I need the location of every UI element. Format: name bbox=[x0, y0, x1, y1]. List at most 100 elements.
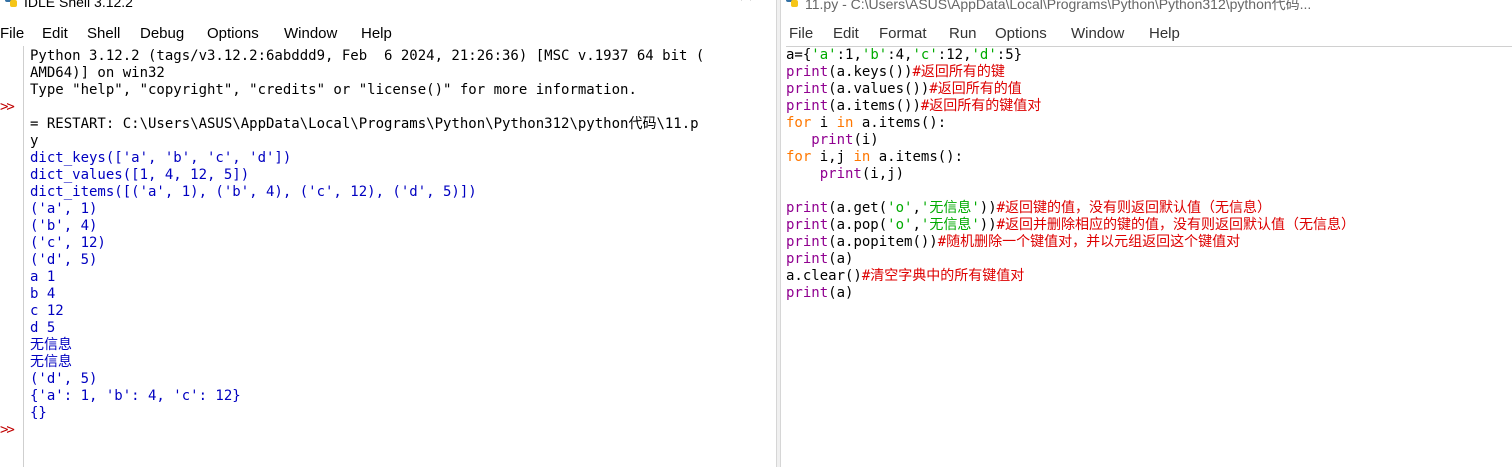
minimize-icon[interactable] bbox=[1396, 0, 1412, 8]
menu-edit[interactable]: Edit bbox=[42, 25, 68, 42]
shell-title: IDLE Shell 3.12.2 bbox=[24, 0, 133, 10]
code-line: a={'a':1,'b':4,'c':12,'d':5} bbox=[786, 47, 1512, 64]
code-token: :5} bbox=[996, 47, 1023, 63]
menu-help[interactable]: Help bbox=[361, 25, 392, 42]
code-token: (a.values()) bbox=[828, 81, 930, 97]
code-token: print bbox=[786, 64, 829, 80]
idle-shell-window: IDLE Shell 3.12.2 File Edit Shell Debug … bbox=[0, 0, 776, 467]
shell-output-line: c 12 bbox=[30, 303, 64, 319]
code-token: 'o' bbox=[887, 217, 913, 233]
menu-options[interactable]: Options bbox=[207, 25, 259, 42]
code-line: print(a.keys())#返回所有的键 bbox=[786, 64, 1512, 81]
code-token: (i) bbox=[853, 132, 879, 148]
menu-format[interactable]: Format bbox=[879, 25, 927, 42]
menu-shell[interactable]: Shell bbox=[87, 25, 120, 42]
code-token: for bbox=[786, 115, 812, 131]
code-token: print bbox=[786, 217, 829, 233]
shell-output-line: AMD64)] on win32 bbox=[30, 65, 165, 81]
code-token: #返回所有的键 bbox=[912, 64, 1005, 80]
code-token: 'd' bbox=[971, 47, 997, 63]
code-line: print(a.popitem())#随机删除一个键值对，并以元组返回这个键值对 bbox=[786, 234, 1512, 251]
shell-output-line: dict_items([('a', 1), ('b', 4), ('c', 12… bbox=[30, 184, 477, 200]
shell-output-line: ('a', 1) bbox=[30, 201, 98, 217]
code-token: (a.keys()) bbox=[828, 64, 913, 80]
maximize-icon[interactable] bbox=[700, 0, 716, 8]
code-token: i bbox=[811, 115, 837, 131]
menu-file[interactable]: File bbox=[789, 25, 813, 42]
code-token: (i,j) bbox=[861, 166, 905, 182]
menu-help[interactable]: Help bbox=[1149, 25, 1180, 42]
shell-output-line: {'a': 1, 'b': 4, 'c': 12} bbox=[30, 388, 241, 404]
code-token: 'c' bbox=[912, 47, 938, 63]
menu-debug[interactable]: Debug bbox=[140, 25, 184, 42]
menu-window[interactable]: Window bbox=[284, 25, 337, 42]
code-token: print bbox=[811, 132, 854, 148]
code-token: print bbox=[786, 285, 829, 301]
shell-output-line: 无信息 bbox=[30, 354, 72, 370]
code-line: print(i,j) bbox=[786, 166, 1512, 183]
code-editor-area[interactable]: a={'a':1,'b':4,'c':12,'d':5} print(a.keys… bbox=[786, 46, 1512, 467]
shell-output-line: a 1 bbox=[30, 269, 56, 285]
code-line: print(i) bbox=[786, 132, 1512, 149]
shell-titlebar[interactable]: IDLE Shell 3.12.2 bbox=[0, 0, 776, 12]
code-token: in bbox=[853, 149, 871, 165]
code-token: #返回所有的值 bbox=[929, 81, 1022, 97]
shell-output-line: = RESTART: C:\Users\ASUS\AppData\Local\P… bbox=[30, 116, 699, 132]
code-token: a.items(): bbox=[853, 115, 947, 131]
shell-output-line: ('d', 5) bbox=[30, 252, 98, 268]
close-icon[interactable] bbox=[738, 0, 754, 8]
menu-options[interactable]: Options bbox=[995, 25, 1047, 42]
code-line: print(a.values())#返回所有的值 bbox=[786, 81, 1512, 98]
code-token: (a) bbox=[828, 251, 854, 267]
code-token: print bbox=[819, 166, 862, 182]
code-token: 'b' bbox=[861, 47, 888, 63]
code-token: for bbox=[786, 149, 812, 165]
code-token: a.clear() bbox=[786, 268, 862, 284]
menu-window[interactable]: Window bbox=[1071, 25, 1124, 42]
code-token: in bbox=[836, 115, 854, 131]
menu-file[interactable]: File bbox=[0, 25, 24, 42]
shell-prompt: >> bbox=[0, 99, 15, 115]
code-line: a.clear()#清空字典中的所有键值对 bbox=[786, 268, 1512, 285]
code-line: print(a) bbox=[786, 285, 1512, 302]
code-token: :1, bbox=[836, 47, 862, 63]
code-token: 'a' bbox=[811, 47, 837, 63]
maximize-icon[interactable] bbox=[1436, 0, 1452, 8]
editor-window: 11.py - C:\Users\ASUS\AppData\Local\Prog… bbox=[781, 0, 1512, 467]
code-token: )) bbox=[979, 217, 997, 233]
code-token: '无信息' bbox=[920, 200, 980, 216]
code-token: #返回键的值，没有则返回默认值（无信息） bbox=[996, 200, 1272, 216]
shell-output-line: ('b', 4) bbox=[30, 218, 98, 234]
code-line: print(a.get('o','无信息'))#返回键的值，没有则返回默认值（无… bbox=[786, 200, 1512, 217]
code-token: a.items(): bbox=[870, 149, 964, 165]
editor-titlebar[interactable]: 11.py - C:\Users\ASUS\AppData\Local\Prog… bbox=[781, 0, 1512, 12]
code-token: (a.popitem()) bbox=[828, 234, 938, 250]
shell-output-line: ('c', 12) bbox=[30, 235, 106, 251]
shell-output-line: b 4 bbox=[30, 286, 56, 302]
code-token: (a.get( bbox=[828, 200, 888, 216]
shell-output-line bbox=[30, 99, 776, 116]
menu-run[interactable]: Run bbox=[949, 25, 977, 42]
editor-title: 11.py - C:\Users\ASUS\AppData\Local\Prog… bbox=[805, 0, 1312, 12]
shell-output-area[interactable]: Python 3.12.2 (tags/v3.12.2:6abddd9, Feb… bbox=[30, 46, 776, 467]
python-file-icon bbox=[786, 0, 798, 7]
menu-edit[interactable]: Edit bbox=[833, 25, 859, 42]
shell-menubar: File Edit Shell Debug Options Window Hel… bbox=[0, 22, 776, 46]
shell-output-line: ('d', 5) bbox=[30, 371, 98, 387]
code-token: (a.pop( bbox=[828, 217, 888, 233]
code-token: print bbox=[786, 98, 829, 114]
code-token: print bbox=[786, 251, 829, 267]
code-token: , bbox=[912, 200, 921, 216]
shell-output-line: Type "help", "copyright", "credits" or "… bbox=[30, 82, 637, 98]
code-token: :12, bbox=[937, 47, 972, 63]
code-token: (a) bbox=[828, 285, 854, 301]
code-token: 'o' bbox=[887, 200, 913, 216]
code-token: #返回并删除相应的键的值，没有则返回默认值（无信息） bbox=[996, 217, 1356, 233]
minimize-icon[interactable] bbox=[660, 0, 676, 8]
code-token: print bbox=[786, 200, 829, 216]
shell-output-line: dict_keys(['a', 'b', 'c', 'd']) bbox=[30, 150, 292, 166]
shell-prompt-gutter: >> >> bbox=[0, 46, 24, 467]
